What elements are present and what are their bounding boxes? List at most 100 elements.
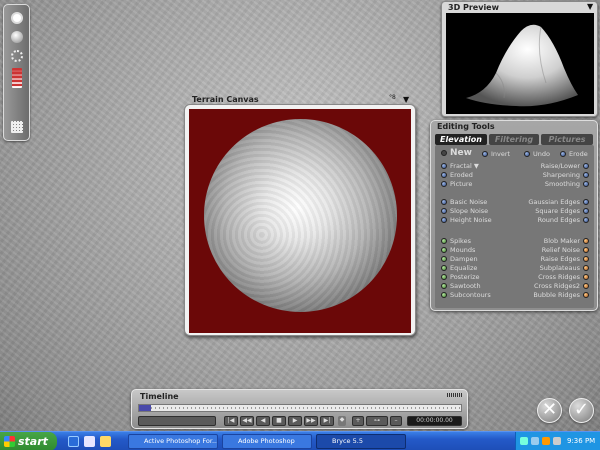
- editing-tools-panel: Editing Tools Elevation Filtering Pictur…: [430, 120, 598, 311]
- tool-label: Equalize: [450, 263, 478, 272]
- circle-icon[interactable]: [11, 12, 23, 24]
- tool-label: Cross Ridges2: [534, 281, 580, 290]
- new-button[interactable]: New: [441, 148, 472, 158]
- go-end-button[interactable]: ▶|: [320, 416, 334, 426]
- tool-sawtooth[interactable]: Sawtooth: [441, 281, 481, 290]
- tool-spikes[interactable]: Spikes: [441, 236, 471, 245]
- quick-launch-icon[interactable]: [84, 436, 95, 447]
- tool-raise-edges[interactable]: Raise Edges: [541, 254, 589, 263]
- tool-label: Slope Noise: [450, 206, 489, 215]
- tool-subplateaus[interactable]: Subplateaus: [540, 263, 589, 272]
- folder-icon[interactable]: [100, 436, 111, 447]
- stop-button[interactable]: ■: [272, 416, 286, 426]
- dotted-circle-icon[interactable]: [11, 50, 23, 62]
- tool-basic-noise[interactable]: Basic Noise: [441, 197, 487, 206]
- cancel-button[interactable]: ✕: [537, 398, 562, 423]
- go-start-button[interactable]: |◀: [224, 416, 238, 426]
- tool-dot-icon: [583, 264, 589, 271]
- preview-menu-chevron-icon[interactable]: ▼: [587, 2, 593, 11]
- tool-dot-icon: [441, 216, 447, 223]
- timeline-scrubber[interactable]: [139, 405, 151, 411]
- task-active-photoshop[interactable]: Active Photoshop For...: [128, 434, 218, 449]
- terrain-heightmap[interactable]: [204, 119, 397, 312]
- tool-dot-icon: [583, 246, 589, 253]
- record-marker[interactable]: ◆: [338, 416, 346, 426]
- key-icon[interactable]: ⊶: [366, 416, 388, 426]
- timeline-track[interactable]: [138, 404, 462, 412]
- tool-dot-icon: [441, 207, 447, 214]
- sphere-icon[interactable]: [11, 31, 23, 43]
- tool-bubble-ridges[interactable]: Bubble Ridges: [533, 290, 589, 299]
- volume-icon[interactable]: [542, 437, 550, 445]
- tool-dot-icon: [583, 282, 589, 289]
- timeline-ticks: [151, 407, 461, 409]
- play-button[interactable]: ▶: [288, 416, 302, 426]
- terrain-preview-render: [466, 24, 578, 107]
- rewind-button[interactable]: ◀◀: [240, 416, 254, 426]
- tool-posterize[interactable]: Posterize: [441, 272, 480, 281]
- step-back-button[interactable]: ◀: [256, 416, 270, 426]
- ok-button[interactable]: ✓: [569, 398, 594, 423]
- tool-slope-noise[interactable]: Slope Noise: [441, 206, 488, 215]
- tool-cross-ridges2[interactable]: Cross Ridges2: [534, 281, 589, 290]
- tool-dot-icon: [583, 198, 589, 205]
- fast-forward-button[interactable]: ▶▶: [304, 416, 318, 426]
- tool-mounds[interactable]: Mounds: [441, 245, 475, 254]
- tool-dot-icon: [583, 237, 589, 244]
- add-key-button[interactable]: +: [352, 416, 364, 426]
- tool-cross-ridges[interactable]: Cross Ridges: [538, 272, 589, 281]
- security-icon[interactable]: [553, 437, 561, 445]
- undo-button[interactable]: Undo: [524, 149, 550, 158]
- tool-gaussian-edges[interactable]: Gaussian Edges: [528, 197, 589, 206]
- tool-equalize[interactable]: Equalize: [441, 263, 477, 272]
- network-icon[interactable]: [520, 437, 528, 445]
- terrain-canvas[interactable]: [189, 109, 411, 333]
- erode-button[interactable]: Erode: [560, 149, 588, 158]
- tool-eroded[interactable]: Eroded: [441, 170, 473, 179]
- preview-viewport[interactable]: [446, 13, 594, 114]
- tab-filtering[interactable]: Filtering: [489, 134, 539, 145]
- preview-panel: 3D Preview ▼: [441, 1, 598, 117]
- tool-square-edges[interactable]: Square Edges: [535, 206, 589, 215]
- tool-dot-icon: [583, 162, 589, 169]
- tool-picture[interactable]: Picture: [441, 179, 472, 188]
- tool-label: Gaussian Edges: [528, 197, 580, 206]
- new-icon: [441, 149, 447, 156]
- tab-pictures[interactable]: Pictures: [541, 134, 593, 145]
- task-adobe-photoshop[interactable]: Adobe Photoshop: [222, 434, 312, 449]
- tool-blob-maker[interactable]: Blob Maker: [544, 236, 589, 245]
- tool-round-edges[interactable]: Round Edges: [538, 215, 589, 224]
- tool-raise-lower[interactable]: Raise/Lower: [541, 161, 589, 170]
- tool-fractal[interactable]: Fractal ▼: [441, 161, 479, 170]
- tool-sharpening[interactable]: Sharpening: [543, 170, 589, 179]
- tab-elevation[interactable]: Elevation: [435, 134, 487, 145]
- timeline-grip[interactable]: [447, 393, 463, 397]
- tool-dot-icon: [583, 291, 589, 298]
- timeline-title: Timeline: [140, 392, 179, 401]
- invert-button[interactable]: Invert: [482, 149, 510, 158]
- grid-icon[interactable]: [11, 121, 23, 133]
- tool-label: Mounds: [450, 245, 476, 254]
- tray-icon[interactable]: [531, 437, 539, 445]
- tool-label: Picture: [450, 179, 473, 188]
- time-display: 00:00:00.00: [407, 416, 462, 426]
- tool-dampen[interactable]: Dampen: [441, 254, 478, 263]
- tool-subcontours[interactable]: Subcontours: [441, 290, 491, 299]
- timeline-range-bar[interactable]: [138, 416, 216, 426]
- task-bryce[interactable]: Bryce 5.5: [316, 434, 406, 449]
- tool-label: Fractal ▼: [450, 161, 479, 170]
- canvas-menu-chevron-icon[interactable]: ▼: [403, 95, 409, 104]
- canvas-option-glyph[interactable]: °8: [389, 94, 396, 101]
- gradient-icon[interactable]: [12, 68, 22, 88]
- tool-relief-noise[interactable]: Relief Noise: [542, 245, 589, 254]
- preview-title: 3D Preview: [448, 3, 499, 12]
- ie-icon[interactable]: [68, 436, 79, 447]
- tool-label: Blob Maker: [543, 236, 580, 245]
- start-button[interactable]: start: [0, 432, 57, 450]
- tool-smoothing[interactable]: Smoothing: [545, 179, 589, 188]
- tool-dot-icon: [583, 207, 589, 214]
- tool-label: Subplateaus: [539, 263, 580, 272]
- clock: 9:36 PM: [567, 437, 596, 445]
- remove-key-button[interactable]: –: [390, 416, 402, 426]
- tool-height-noise[interactable]: Height Noise: [441, 215, 492, 224]
